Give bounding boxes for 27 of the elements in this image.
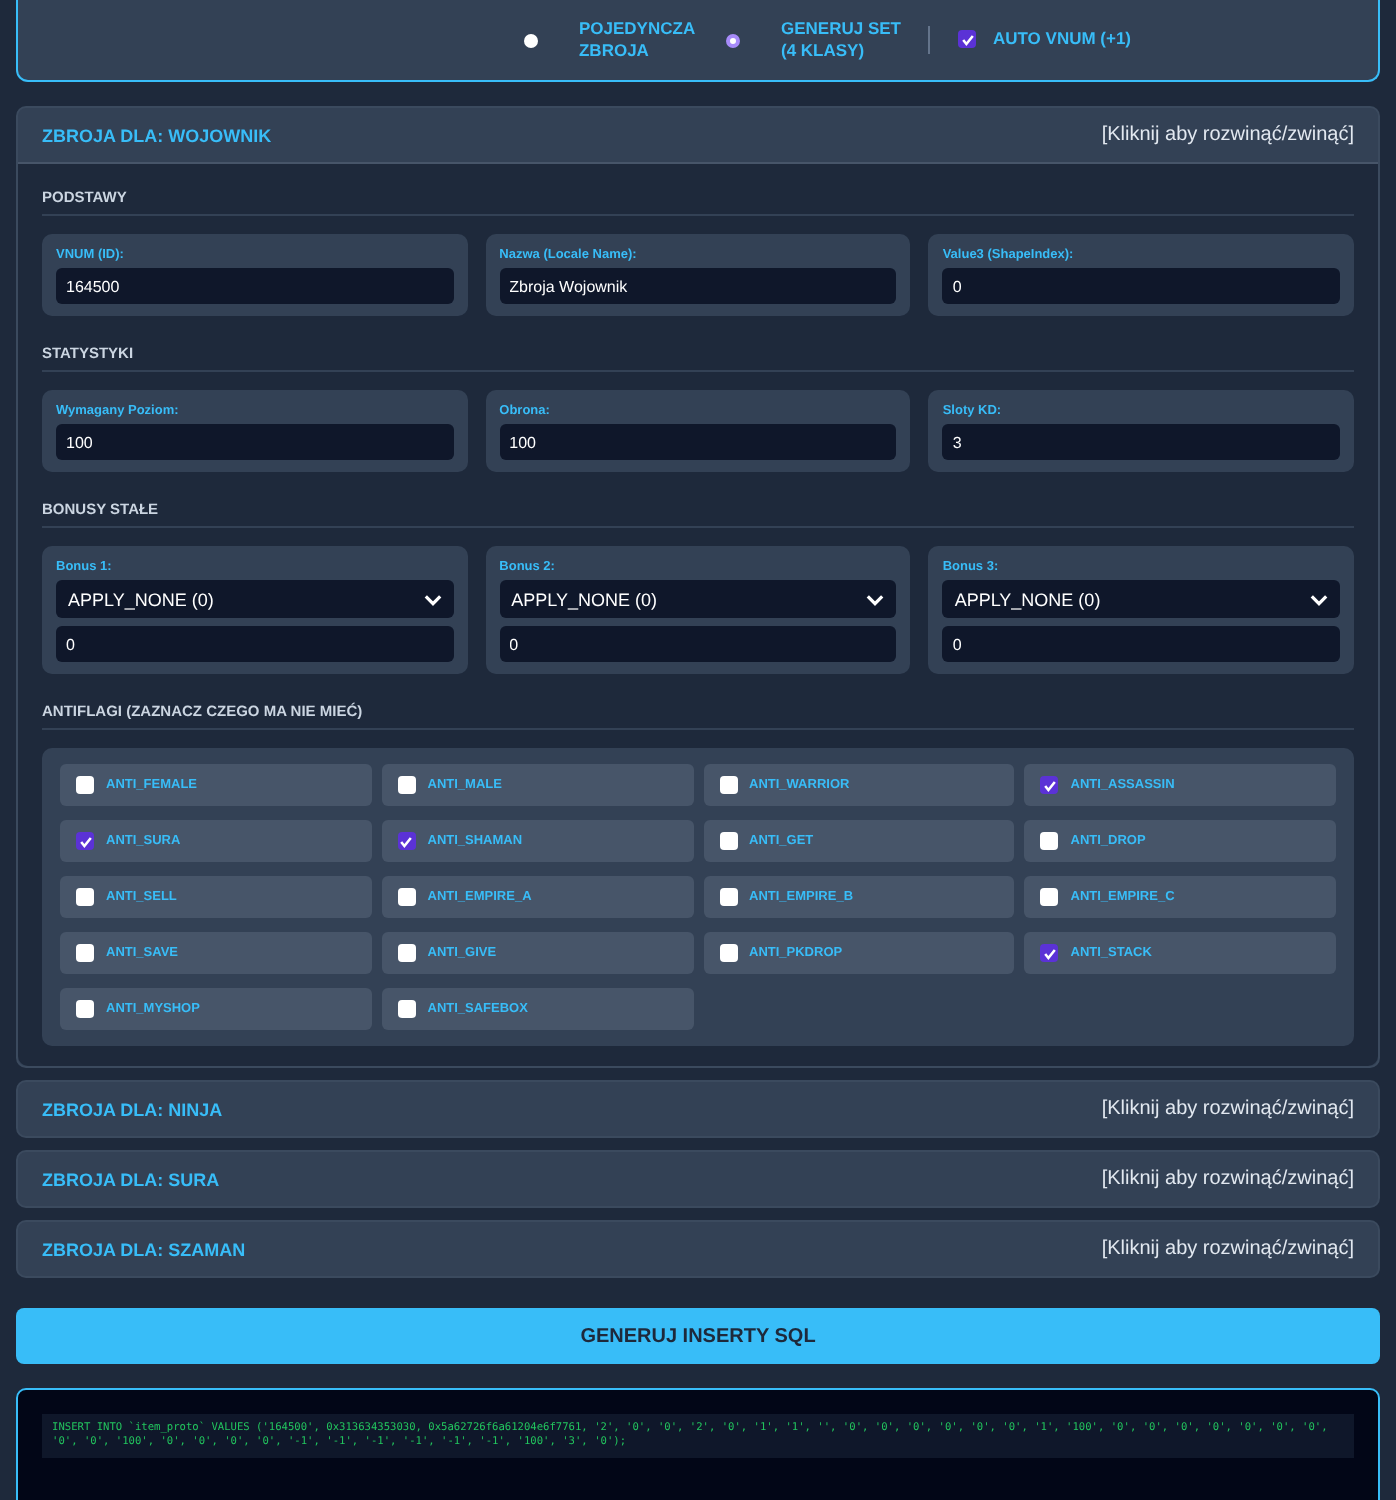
- check-icon: [1041, 945, 1058, 961]
- section-header[interactable]: ZBROJA DLA: NINJA [Kliknij aby rozwinąć/zwinąć]: [18, 1082, 1378, 1136]
- chevron-icon: [866, 593, 885, 605]
- input-field[interactable]: 0: [56, 626, 454, 662]
- input-field[interactable]: 100: [56, 424, 454, 460]
- bonus-dropdown[interactable]: APPLY_NONE (0): [942, 580, 1340, 618]
- bonus-dropdown[interactable]: APPLY_NONE (0): [56, 580, 454, 618]
- input-field[interactable]: 100: [499, 424, 897, 460]
- mode-radio[interactable]: GENERUJ SET (4 KLASY): [726, 17, 901, 63]
- bonus-dropdown[interactable]: APPLY_NONE (0): [499, 580, 897, 618]
- check-icon: [959, 31, 976, 48]
- chevron-icon: [1310, 593, 1328, 605]
- section-header[interactable]: ZBROJA DLA: SZAMAN [Kliknij aby rozwinąć/zwinąć]: [18, 1222, 1378, 1276]
- input-field[interactable]: 0: [499, 626, 897, 662]
- check-icon: [1041, 777, 1058, 793]
- chevron-icon: [423, 593, 442, 605]
- auto-vnum-checkbox[interactable]: AUTO VNUM (+1): [958, 28, 1132, 52]
- section-header[interactable]: ZBROJA DLA: SURA [Kliknij aby rozwinąć/zwinąć]: [18, 1152, 1378, 1206]
- check-icon: [398, 833, 415, 849]
- input-field[interactable]: 164500: [56, 268, 454, 304]
- mode-radio[interactable]: POJEDYNCZA ZBROJA: [524, 17, 699, 63]
- input-field[interactable]: Zbroja Wojownik: [499, 268, 897, 304]
- input-field[interactable]: 3: [942, 424, 1340, 460]
- generate-button[interactable]: GENERUJ INSERTY SQL: [16, 1308, 1380, 1364]
- input-field[interactable]: 0: [942, 626, 1340, 662]
- input-field[interactable]: 0: [942, 268, 1340, 304]
- check-icon: [77, 833, 93, 849]
